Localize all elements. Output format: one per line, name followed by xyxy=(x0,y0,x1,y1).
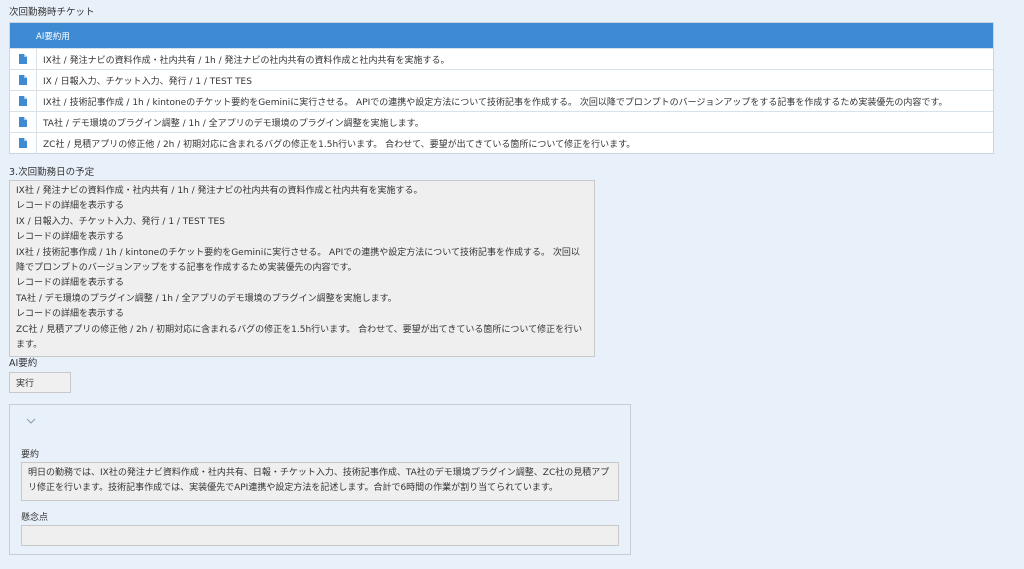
schedule-line: ZC社 / 見積アプリの修正他 / 2h / 初期対応に含まれるバグの修正を1.… xyxy=(16,324,583,351)
concerns-label: 懸念点 xyxy=(21,513,49,523)
table-row[interactable]: IX社 / 技術記事作成 / 1h / kintoneのチケット要約をGemin… xyxy=(10,90,993,111)
record-detail-link[interactable]: レコードの詳細を表示する xyxy=(16,307,588,322)
schedule-line: IX社 / 発注ナビの資料作成・社内共有 / 1h / 発注ナビの社内共有の資料… xyxy=(16,186,423,196)
schedule-line: IX / 日報入力、チケット入力、発行 / 1 / TEST TES xyxy=(16,216,225,227)
table-row[interactable]: IX / 日報入力、チケット入力、発行 / 1 / TEST TES xyxy=(10,69,993,90)
schedule-line: TA社 / デモ環境のプラグイン調整 / 1h / 全アプリのデモ環境のプラグイ… xyxy=(16,293,397,304)
ticket-text: TA社 / デモ環境のプラグイン調整 / 1h / 全アプリのデモ環境のプラグイ… xyxy=(36,112,424,132)
table-row[interactable]: IX社 / 発注ナビの資料作成・社内共有 / 1h / 発注ナビの社内共有の資料… xyxy=(10,48,993,69)
document-icon[interactable] xyxy=(10,117,36,127)
schedule-line: IX社 / 技術記事作成 / 1h / kintoneのチケット要約をGemin… xyxy=(16,247,580,274)
next-tickets-label: 次回勤務時チケット xyxy=(9,7,95,18)
ticket-table-header: AI要約用 xyxy=(10,23,993,48)
ticket-text: IX / 日報入力、チケット入力、発行 / 1 / TEST TES xyxy=(36,70,252,90)
run-button[interactable]: 実行 xyxy=(9,372,71,393)
document-icon[interactable] xyxy=(10,75,36,85)
record-detail-link[interactable]: レコードの詳細を表示する xyxy=(16,230,588,245)
schedule-textarea[interactable]: IX社 / 発注ナビの資料作成・社内共有 / 1h / 発注ナビの社内共有の資料… xyxy=(9,180,595,358)
ticket-table: AI要約用 IX社 / 発注ナビの資料作成・社内共有 / 1h / 発注ナビの社… xyxy=(9,22,994,154)
ticket-text: IX社 / 発注ナビの資料作成・社内共有 / 1h / 発注ナビの社内共有の資料… xyxy=(36,49,450,69)
document-icon[interactable] xyxy=(10,96,36,106)
ai-result-panel: 要約 明日の勤務では、IX社の発注ナビ資料作成・社内共有、日報・チケット入力、技… xyxy=(9,404,631,555)
document-icon[interactable] xyxy=(10,138,36,148)
chevron-down-icon[interactable] xyxy=(26,417,36,427)
concerns-field[interactable] xyxy=(21,525,619,546)
ticket-text: ZC社 / 見積アプリの修正他 / 2h / 初期対応に含まれるバグの修正を1.… xyxy=(36,133,635,153)
record-detail-link[interactable]: レコードの詳細を表示する xyxy=(16,276,588,291)
ai-summary-label: AI要約 xyxy=(9,358,38,369)
summary-label: 要約 xyxy=(21,450,40,460)
document-icon[interactable] xyxy=(10,54,36,64)
schedule-label: 3.次回勤務日の予定 xyxy=(9,167,95,178)
table-row[interactable]: ZC社 / 見積アプリの修正他 / 2h / 初期対応に含まれるバグの修正を1.… xyxy=(10,132,993,153)
summary-field[interactable]: 明日の勤務では、IX社の発注ナビ資料作成・社内共有、日報・チケット入力、技術記事… xyxy=(21,462,619,501)
table-row[interactable]: TA社 / デモ環境のプラグイン調整 / 1h / 全アプリのデモ環境のプラグイ… xyxy=(10,111,993,132)
ticket-text: IX社 / 技術記事作成 / 1h / kintoneのチケット要約をGemin… xyxy=(36,91,948,111)
record-detail-link[interactable]: レコードの詳細を表示する xyxy=(16,199,588,214)
